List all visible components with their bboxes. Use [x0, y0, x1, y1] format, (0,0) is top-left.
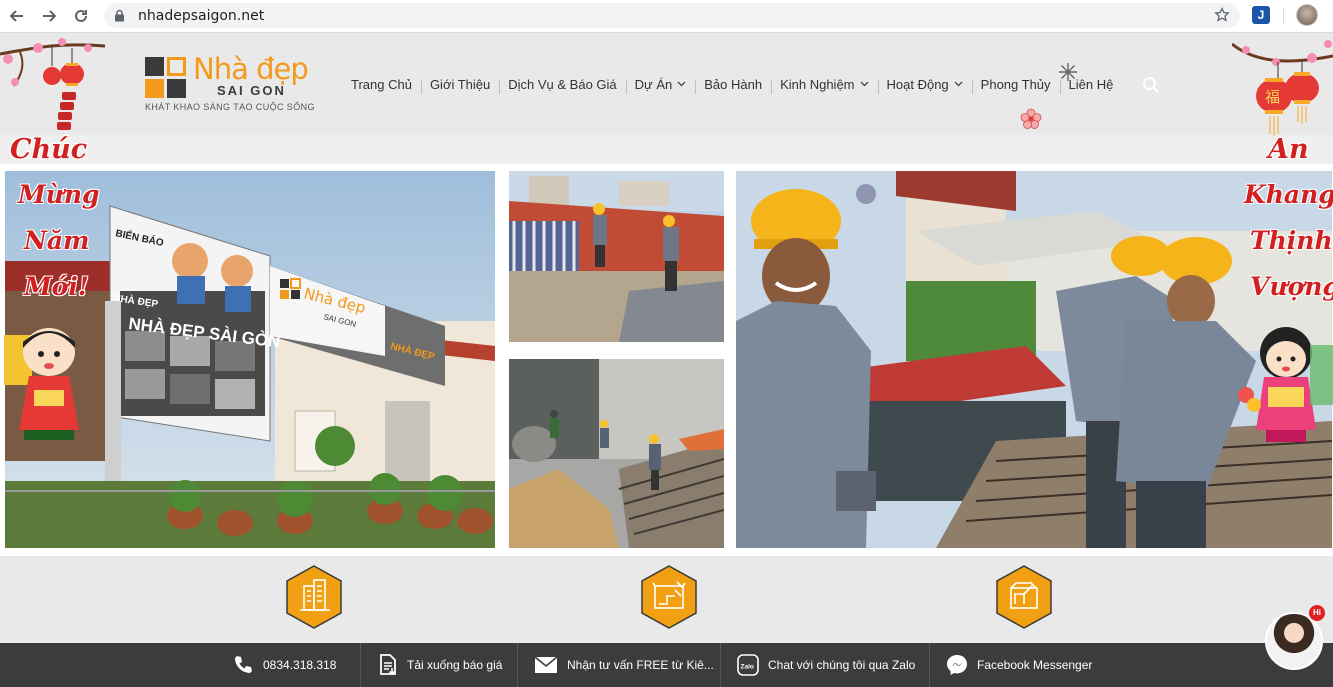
menu-item-gioi-thieu[interactable]: Giới Thiệu [420, 77, 499, 94]
design-plan-icon[interactable] [994, 564, 1054, 630]
logo-brand: Nhà đẹp [193, 52, 309, 86]
photo-roof-work[interactable] [509, 171, 724, 342]
roof-work-photo [509, 171, 724, 342]
lantern-character: 福 [1265, 88, 1280, 106]
header-strip [0, 135, 1333, 164]
excavation-photo [509, 359, 724, 548]
logo-tagline: KHÁT KHAO SÁNG TẠO CUỘC SỐNG [145, 102, 315, 112]
features-row [0, 556, 1333, 643]
menu-item-dich-vu-bao-gia[interactable]: Dịch Vụ & Báo Giá [499, 77, 625, 94]
lantern-branch-icon: 福 [1232, 40, 1333, 136]
arrow-right-icon [43, 10, 57, 22]
greeting-right-1: An [1268, 134, 1309, 165]
menu-item-trang-chu[interactable]: Trang Chủ [342, 77, 421, 92]
greeting-right-4: Vượng [1250, 272, 1333, 301]
chevron-down-icon [860, 81, 868, 87]
boy-mascot-icon [4, 328, 79, 440]
main-menu: Trang Chủ Giới Thiệu Dịch Vụ & Báo Giá D… [342, 74, 1122, 94]
back-button[interactable] [6, 5, 28, 27]
chevron-down-icon [954, 81, 963, 87]
logo-sub: SAI GON [217, 83, 286, 98]
star-icon[interactable] [1214, 7, 1230, 23]
snowflake-icon [1059, 63, 1077, 81]
menu-item-kinh-nghiem[interactable]: Kinh Nghiệm [771, 77, 877, 94]
arrow-left-icon [9, 10, 23, 22]
bar-divider [360, 643, 361, 687]
building-icon[interactable] [284, 564, 344, 630]
zalo-chat-label: Chat với chúng tôi qua Zalo [768, 658, 916, 672]
chat-widget-badge: Hi [1309, 605, 1325, 621]
site-logo[interactable]: Nhà đẹp SAI GON KHÁT KHAO SÁNG TẠO CUỘC … [145, 52, 325, 116]
messenger-button[interactable]: Facebook Messenger [946, 643, 1092, 687]
greeting-left-2: Mừng [18, 180, 100, 209]
contact-bar: 0834.318.318 Tải xuống báo giá Nhận tư v… [0, 643, 1333, 687]
bar-divider [517, 643, 518, 687]
download-quote-button[interactable]: Tải xuống báo giá [378, 643, 502, 687]
plum-blossom-branch-icon [0, 38, 106, 130]
menu-item-bao-hanh[interactable]: Bảo Hành [695, 77, 771, 94]
lock-icon [115, 9, 124, 22]
extension-icon[interactable]: J [1252, 6, 1270, 24]
bar-divider [720, 643, 721, 687]
flower-icon [1020, 108, 1042, 129]
site-header: Nhà đẹp SAI GON KHÁT KHAO SÁNG TẠO CUỘC … [0, 34, 1333, 135]
svg-text:Zalo: Zalo [741, 664, 754, 671]
zalo-icon: Zalo [737, 654, 759, 676]
url-text: nhadepsaigon.net [138, 8, 265, 24]
free-consult-button[interactable]: Nhận tư vấn FREE từ Kiê... [534, 643, 714, 687]
chevron-down-icon [677, 81, 686, 87]
reload-icon [75, 9, 87, 22]
search-icon[interactable] [1142, 76, 1160, 94]
greeting-left-3: Năm [24, 226, 90, 255]
phone-number: 0834.318.318 [263, 658, 337, 672]
photo-excavation[interactable] [509, 359, 724, 548]
reload-button[interactable] [70, 5, 92, 27]
address-bar[interactable]: nhadepsaigon.net [104, 3, 1240, 28]
zalo-chat-button[interactable]: Zalo Chat với chúng tôi qua Zalo [737, 643, 915, 687]
greeting-right-2: Khang [1244, 180, 1333, 209]
greeting-left-4: Mới! [24, 272, 89, 301]
bar-divider [929, 643, 930, 687]
profile-avatar[interactable] [1296, 4, 1318, 26]
document-download-icon [380, 654, 396, 676]
phone-icon [235, 656, 252, 673]
phone-button[interactable]: 0834.318.318 [232, 643, 336, 687]
browser-toolbar: nhadepsaigon.net J [0, 0, 1333, 33]
toolbar-divider [1283, 7, 1284, 25]
greeting-left-1: Chúc [10, 134, 88, 165]
messenger-icon [947, 655, 967, 675]
menu-item-du-an[interactable]: Dự Án [625, 77, 696, 94]
logo-squares-icon [145, 57, 187, 99]
menu-item-phong-thuy[interactable]: Phong Thủy [971, 77, 1060, 94]
girl-mascot-icon [1238, 327, 1333, 442]
free-consult-label: Nhận tư vấn FREE từ Kiê... [567, 658, 714, 672]
menu-item-hoat-dong[interactable]: Hoạt Động [877, 77, 972, 94]
greeting-right-3: Thịnh [1250, 226, 1333, 255]
blueprint-icon[interactable] [639, 564, 699, 630]
forward-button[interactable] [38, 5, 60, 27]
envelope-icon [534, 656, 558, 673]
download-quote-label: Tải xuống báo giá [407, 658, 503, 672]
messenger-label: Facebook Messenger [977, 658, 1093, 672]
